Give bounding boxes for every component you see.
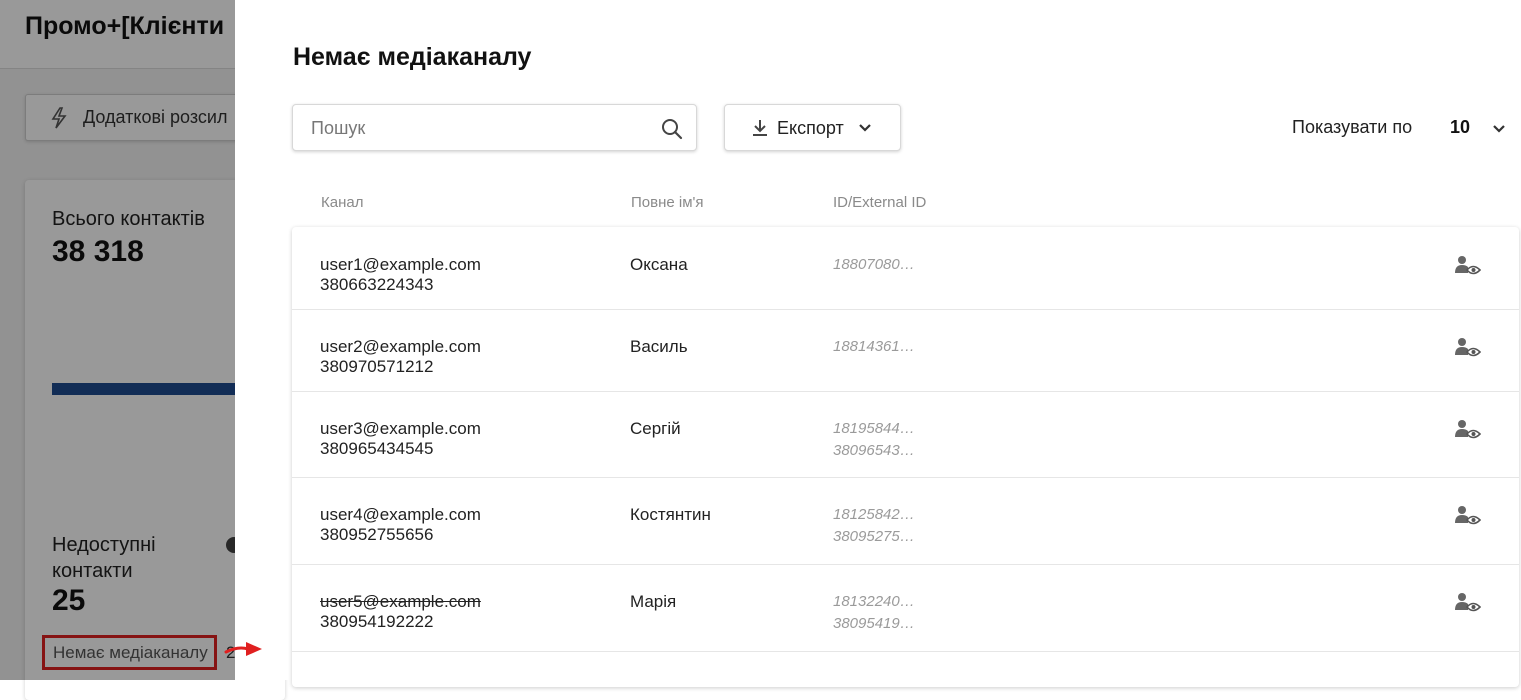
download-icon [753, 120, 767, 136]
column-header-channel: Канал [321, 194, 364, 211]
export-button[interactable]: Експорт [724, 104, 901, 151]
id-value: 18132240… [833, 593, 915, 610]
red-arrow-icon [224, 642, 262, 656]
chevron-down-icon [1493, 125, 1505, 133]
page-size-label: Показувати по [1292, 117, 1413, 137]
id-value: 18807080… [833, 256, 915, 273]
email-value: user2@example.com [320, 337, 481, 356]
view-contact-icon[interactable] [1455, 337, 1481, 359]
channel-cell: user5@example.com 380954192222 [320, 592, 481, 632]
id-cell: 18125842… 38095275… [833, 504, 915, 548]
table-row: user5@example.com 380954192222 Марія 181… [292, 565, 1519, 652]
full-name-cell: Сергій [630, 419, 681, 438]
id-cell: 18195844… 38096543… [833, 418, 915, 462]
page-size-value: 10 [1450, 117, 1471, 137]
search-box [292, 104, 697, 151]
external-id-value: 38095275… [833, 528, 915, 545]
full-name-cell: Оксана [630, 255, 688, 274]
view-contact-icon[interactable] [1455, 419, 1481, 441]
column-header-full-name: Повне ім'я [631, 194, 704, 211]
drawer-title: Немає медіаканалу [293, 43, 532, 71]
search-input[interactable] [311, 115, 641, 141]
view-contact-icon[interactable] [1455, 505, 1481, 527]
email-value: user1@example.com [320, 255, 481, 274]
email-value-invalid: user5@example.com [320, 592, 481, 611]
id-cell: 18807080… [833, 254, 915, 276]
phone-value: 380965434545 [320, 439, 434, 458]
id-value: 18195844… [833, 420, 915, 437]
phone-value: 380954192222 [320, 612, 434, 631]
id-value: 18814361… [833, 338, 915, 355]
page-size-select[interactable]: 10 [1440, 110, 1510, 144]
table-row [292, 652, 1519, 687]
contacts-table: user1@example.com 380663224343 Оксана 18… [292, 227, 1519, 687]
external-id-value: 38095419… [833, 615, 915, 632]
external-id-value: 38096543… [833, 442, 915, 459]
id-value: 18125842… [833, 506, 915, 523]
export-label: Експорт [777, 118, 844, 138]
table-row: user1@example.com 380663224343 Оксана 18… [292, 227, 1519, 310]
chevron-down-icon [859, 124, 871, 132]
view-contact-icon[interactable] [1455, 592, 1481, 614]
table-row: user2@example.com 380970571212 Василь 18… [292, 310, 1519, 392]
email-value: user4@example.com [320, 505, 481, 524]
channel-cell: user2@example.com 380970571212 [320, 337, 481, 377]
channel-cell: user3@example.com 380965434545 [320, 419, 481, 459]
phone-value: 380970571212 [320, 357, 434, 376]
email-value: user3@example.com [320, 419, 481, 438]
no-channel-drawer: Немає медіаканалу Експорт Показувати по … [235, 0, 1521, 687]
full-name-cell: Марія [630, 592, 677, 611]
id-cell: 18132240… 38095419… [833, 591, 915, 635]
view-contact-icon[interactable] [1455, 255, 1481, 277]
id-cell: 18814361… [833, 336, 915, 358]
table-row: user3@example.com 380965434545 Сергій 18… [292, 392, 1519, 478]
search-icon[interactable] [661, 118, 683, 140]
channel-cell: user4@example.com 380952755656 [320, 505, 481, 545]
full-name-cell: Василь [630, 337, 688, 356]
column-header-id: ID/External ID [833, 194, 927, 211]
channel-cell: user1@example.com 380663224343 [320, 255, 481, 295]
full-name-cell: Костянтин [630, 505, 711, 524]
table-row: user4@example.com 380952755656 Костянтин… [292, 478, 1519, 565]
phone-value: 380663224343 [320, 275, 434, 294]
phone-value: 380952755656 [320, 525, 434, 544]
